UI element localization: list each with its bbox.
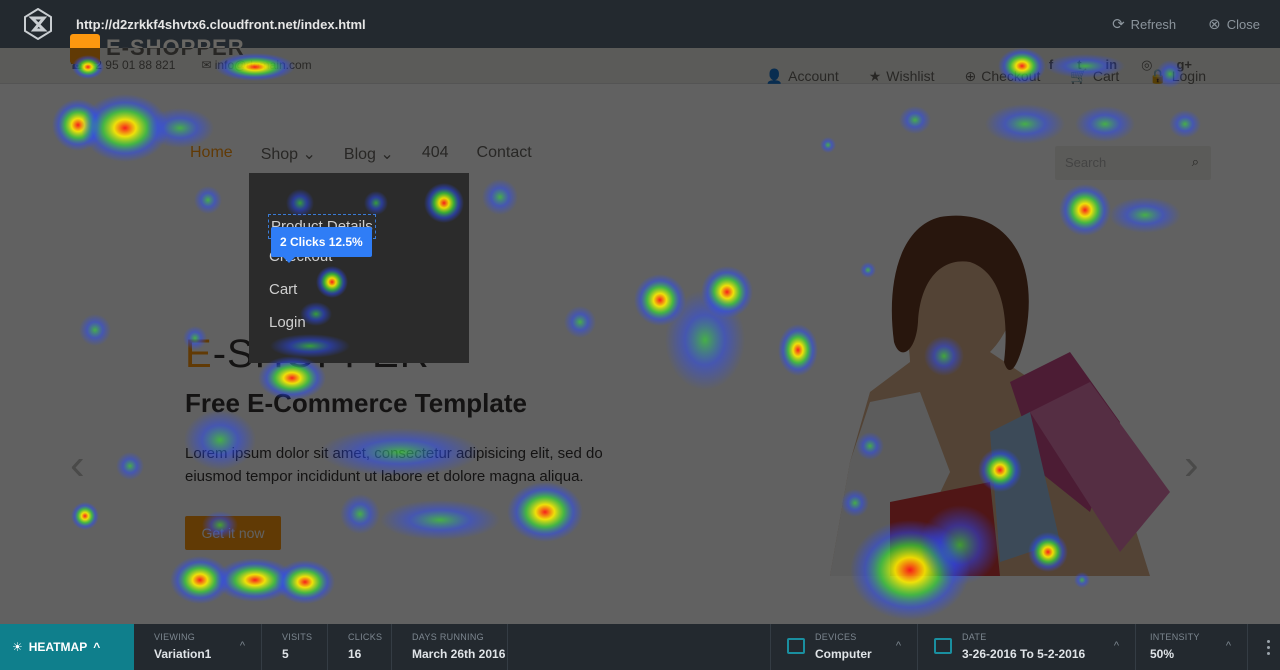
date-label: DATE — [962, 632, 987, 642]
cart-label: Cart — [1092, 68, 1120, 84]
visits-label: VISITS — [282, 632, 313, 642]
refresh-icon: ⟳ — [1112, 16, 1125, 33]
app-logo-icon — [0, 0, 76, 48]
page-url: http://d2zrkkf4shvtx6.cloudfront.net/ind… — [76, 16, 366, 32]
wishlist-link[interactable]: ★ Wishlist — [869, 68, 935, 85]
date-range-selector[interactable]: DATE 3-26-2016 To 5-2-2016 ^ — [918, 624, 1136, 670]
hero-text: Lorem ipsum dolor sit amet, consectetur … — [185, 445, 603, 485]
devices-selector[interactable]: DEVICES Computer ^ — [770, 624, 918, 670]
search-input[interactable]: Search ⌕ — [1055, 146, 1211, 180]
close-icon: ⊗ — [1208, 16, 1221, 33]
clicks-stat: CLICKS 16 — [328, 624, 392, 670]
chevron-up-icon: ^ — [1225, 640, 1231, 652]
heatmap-bottom-bar: ☀ HEATMAP ^ VIEWING Variation1 ^ VISITS … — [0, 624, 1280, 670]
chevron-down-icon: ⌄ — [302, 146, 316, 163]
devices-label: DEVICES — [815, 632, 857, 642]
intensity-selector[interactable]: INTENSITY 50% ^ — [1136, 624, 1248, 670]
monitor-icon — [787, 638, 805, 654]
account-link[interactable]: 👤 Account — [766, 68, 839, 85]
site-brand[interactable]: E-SHOPPER — [70, 34, 245, 64]
clicks-value: 16 — [348, 647, 362, 661]
checkout-label: Checkout — [981, 68, 1041, 84]
lock-icon: 🔒 — [1149, 68, 1167, 84]
refresh-button[interactable]: ⟳ Refresh — [1112, 15, 1176, 33]
intensity-value: 50% — [1150, 647, 1175, 661]
date-value: 3-26-2016 To 5-2-2016 — [962, 647, 1086, 661]
close-button[interactable]: ⊗ Close — [1208, 15, 1260, 33]
brand-logo-icon — [70, 34, 100, 64]
sun-icon: ☀ — [12, 640, 23, 654]
intensity-label: INTENSITY — [1150, 632, 1200, 642]
viewing-selector[interactable]: VIEWING Variation1 ^ — [134, 624, 262, 670]
hero-title-accent: E — [185, 332, 213, 376]
hero-model-image — [830, 215, 1170, 576]
user-icon: 👤 — [765, 68, 784, 84]
days-running-value: March 26th 2016 — [412, 647, 506, 661]
nav-contact[interactable]: Contact — [477, 144, 532, 164]
more-options-icon[interactable] — [1256, 624, 1280, 670]
cart-icon: 🛒 — [1070, 68, 1088, 84]
dropdown-item-login[interactable]: Login — [269, 314, 449, 347]
devices-value: Computer — [815, 647, 872, 661]
slider-prev-arrow-icon[interactable]: ‹ — [70, 440, 85, 490]
star-icon: ★ — [868, 68, 882, 84]
close-label: Close — [1226, 16, 1260, 32]
chevron-up-icon: ^ — [895, 640, 901, 652]
visits-value: 5 — [282, 647, 289, 661]
heatmap-toggle-button[interactable]: ☀ HEATMAP ^ — [0, 624, 134, 670]
refresh-label: Refresh — [1130, 16, 1177, 32]
chevron-down-icon: ⌄ — [380, 146, 394, 163]
account-label: Account — [788, 68, 839, 84]
dropdown-item-cart[interactable]: Cart — [269, 281, 449, 314]
checkout-link[interactable]: ⊕ Checkout — [965, 68, 1041, 85]
nav-404[interactable]: 404 — [422, 144, 449, 164]
nav-blog[interactable]: Blog ⌄ — [344, 144, 394, 164]
slider-next-arrow-icon[interactable]: › — [1184, 440, 1199, 490]
nav-shop-label: Shop — [260, 146, 299, 163]
days-running-stat: DAYS RUNNING March 26th 2016 — [392, 624, 508, 670]
chevron-up-icon: ^ — [239, 640, 245, 652]
days-running-label: DAYS RUNNING — [412, 632, 484, 642]
search-placeholder: Search — [1065, 155, 1107, 170]
click-tooltip: 2 Clicks 12.5% — [271, 227, 372, 263]
nav-blog-label: Blog — [343, 146, 376, 163]
bottom-bar-spacer — [508, 624, 770, 670]
login-label: Login — [1171, 68, 1206, 84]
chevron-up-icon: ^ — [1113, 640, 1119, 652]
get-it-now-button[interactable]: Get it now — [185, 516, 281, 550]
main-nav: Home Shop ⌄ Blog ⌄ 404 Contact — [190, 144, 532, 164]
heatmap-label: HEATMAP — [28, 640, 88, 654]
hero-subtitle: Free E-Commerce Template — [185, 388, 527, 418]
shop-dropdown-menu: Product Details Checkout Cart Login — [249, 173, 469, 363]
calendar-icon — [934, 638, 952, 654]
site-brand-text: E-SHOPPER — [106, 34, 245, 60]
chevron-up-icon: ^ — [93, 640, 101, 654]
login-link[interactable]: 🔒 Login — [1149, 68, 1206, 85]
nav-home[interactable]: Home — [190, 144, 233, 164]
crosshair-icon: ⊕ — [964, 68, 977, 84]
clicks-label: CLICKS — [348, 632, 383, 642]
visits-stat: VISITS 5 — [262, 624, 328, 670]
user-menu: 👤 Account ★ Wishlist ⊕ Checkout 🛒 Cart 🔒 Logi… — [766, 68, 1206, 85]
nav-shop[interactable]: Shop ⌄ — [261, 144, 316, 164]
cart-link[interactable]: 🛒 Cart — [1070, 68, 1119, 85]
search-icon: ⌕ — [1191, 154, 1199, 169]
wishlist-label: Wishlist — [886, 68, 935, 84]
